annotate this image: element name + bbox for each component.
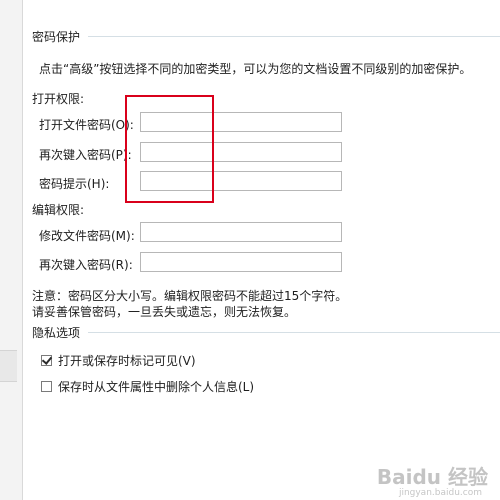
confirm-open-password-label: 再次键入密码(P):	[39, 148, 132, 162]
open-password-label: 打开文件密码(O):	[39, 118, 134, 132]
mark-visible-option[interactable]: 打开或保存时标记可见(V)	[41, 352, 196, 369]
password-settings-panel: 密码保护 点击“高级”按钮选择不同的加密类型，可以为您的文档设置不同级别的加密保…	[22, 0, 500, 500]
password-hint-input[interactable]	[140, 171, 342, 191]
remove-personal-info-label: 保存时从文件属性中删除个人信息(L)	[58, 380, 255, 394]
remove-personal-info-option[interactable]: 保存时从文件属性中删除个人信息(L)	[41, 378, 254, 395]
left-sidebar-panel	[0, 0, 23, 500]
edit-permission-label: 编辑权限:	[32, 203, 85, 217]
section-divider	[88, 332, 500, 333]
baidu-watermark: Baidu 经验	[376, 465, 488, 489]
modify-password-label: 修改文件密码(M):	[39, 229, 135, 243]
baidu-watermark-url: jingyan.baidu.com	[398, 488, 482, 498]
sidebar-selected-item[interactable]	[0, 350, 17, 382]
mark-visible-checkbox[interactable]	[41, 355, 52, 366]
encryption-description: 点击“高级”按钮选择不同的加密类型，可以为您的文档设置不同级别的加密保护。	[39, 62, 472, 76]
confirm-modify-password-input[interactable]	[140, 252, 342, 272]
section-divider	[88, 36, 500, 37]
modify-password-input[interactable]	[140, 222, 342, 242]
confirm-open-password-input[interactable]	[140, 142, 342, 162]
privacy-section-title: 隐私选项	[32, 326, 81, 340]
password-case-note: 注意：密码区分大小写。编辑权限密码不能超过15个字符。	[32, 289, 348, 303]
password-recovery-note: 请妥善保管密码，一旦丢失或遗忘，则无法恢复。	[32, 305, 297, 319]
mark-visible-label: 打开或保存时标记可见(V)	[58, 354, 196, 368]
remove-personal-info-checkbox[interactable]	[41, 381, 52, 392]
open-password-input[interactable]	[140, 112, 342, 132]
encryption-section-title: 密码保护	[32, 30, 81, 44]
password-hint-label: 密码提示(H):	[39, 177, 110, 191]
open-permission-label: 打开权限:	[32, 92, 85, 106]
confirm-modify-password-label: 再次键入密码(R):	[39, 258, 133, 272]
